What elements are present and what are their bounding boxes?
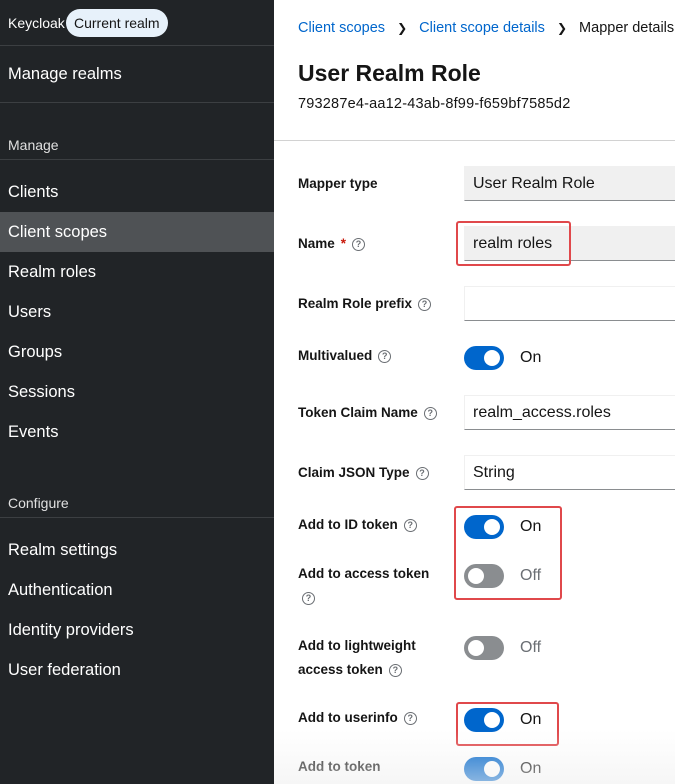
realm-role-prefix-label: Realm Role prefix?: [298, 292, 432, 316]
realm-header: Keycloak Current realm: [0, 0, 274, 46]
token-claim-name-label: Token Claim Name?: [298, 401, 437, 425]
sidebar-section-manage: Manage: [0, 130, 274, 160]
help-icon[interactable]: ?: [388, 663, 402, 677]
mapper-type-label: Mapper type: [298, 176, 378, 191]
toggle-knob: [468, 640, 484, 656]
sidebar-item-authentication[interactable]: Authentication: [0, 570, 274, 610]
claim-json-type-label: Claim JSON Type?: [298, 461, 429, 485]
sidebar: Keycloak Current realm Manage realms Man…: [0, 0, 274, 784]
add-to-id-token-label: Add to ID token?: [298, 513, 417, 537]
help-icon[interactable]: ?: [352, 237, 366, 251]
realm-name[interactable]: Keycloak: [8, 15, 65, 31]
sidebar-item-realm-roles[interactable]: Realm roles: [0, 252, 274, 292]
chevron-right-icon: ❯: [556, 21, 568, 35]
sidebar-section-configure: Configure: [0, 488, 274, 518]
add-to-token-state: On: [520, 760, 542, 777]
add-to-lightweight-toggle[interactable]: [464, 636, 504, 660]
chevron-right-icon: ❯: [397, 21, 408, 35]
name-label: Name *?: [298, 232, 366, 256]
sidebar-item-identity-providers[interactable]: Identity providers: [0, 610, 274, 650]
sidebar-item-client-scopes[interactable]: Client scopes: [0, 212, 274, 252]
required-asterisk: *: [340, 236, 347, 251]
claim-json-type-select[interactable]: String: [464, 455, 675, 490]
sidebar-item-sessions[interactable]: Sessions: [0, 372, 274, 412]
main-content: Client scopes ❯ Client scope details ❯ M…: [274, 0, 675, 784]
help-icon[interactable]: ?: [403, 711, 417, 725]
add-to-lightweight-state: Off: [520, 639, 542, 656]
toggle-knob: [484, 350, 500, 366]
page-title: User Realm Role: [298, 60, 481, 86]
help-icon[interactable]: ?: [302, 592, 315, 605]
sidebar-item-realm-settings[interactable]: Realm settings: [0, 530, 274, 570]
add-to-token-toggle[interactable]: [464, 757, 504, 781]
sidebar-item-user-federation[interactable]: User federation: [0, 650, 274, 690]
mapper-type-field: User Realm Role: [464, 166, 675, 201]
token-claim-name-input[interactable]: realm_access.roles: [464, 395, 675, 430]
highlight-userinfo-toggle: [456, 702, 559, 746]
mapper-id: 793287e4-aa12-43ab-8f99-f659bf7585d2: [298, 96, 571, 112]
multivalued-state: On: [520, 349, 542, 366]
help-icon[interactable]: ?: [415, 466, 429, 480]
help-icon[interactable]: ?: [423, 406, 437, 420]
breadcrumb-client-scopes[interactable]: Client scopes: [298, 20, 385, 36]
sidebar-item-groups[interactable]: Groups: [0, 332, 274, 372]
multivalued-label: Multivalued?: [298, 344, 392, 368]
sidebar-item-manage-realms[interactable]: Manage realms: [0, 54, 274, 94]
sidebar-item-users[interactable]: Users: [0, 292, 274, 332]
help-icon[interactable]: ?: [378, 349, 392, 363]
sidebar-divider: [0, 102, 274, 103]
help-icon[interactable]: ?: [418, 297, 432, 311]
multivalued-toggle[interactable]: [464, 346, 504, 370]
sidebar-item-clients[interactable]: Clients: [0, 172, 274, 212]
sidebar-item-events[interactable]: Events: [0, 412, 274, 452]
help-icon[interactable]: ?: [403, 518, 417, 532]
realm-role-prefix-input[interactable]: [464, 286, 675, 321]
add-to-token-label: Add to token: [298, 759, 381, 774]
breadcrumb: Client scopes ❯ Client scope details ❯ M…: [298, 20, 674, 36]
highlight-name-field: [456, 221, 571, 266]
toggle-knob: [484, 761, 500, 777]
add-to-lightweight-label: Add to lightweight access token?: [298, 638, 416, 677]
breadcrumb-mapper-details: Mapper details: [579, 20, 675, 36]
breadcrumb-client-scope-details[interactable]: Client scope details: [419, 20, 545, 36]
current-realm-badge: Current realm: [66, 9, 168, 37]
highlight-token-toggles: [454, 506, 562, 600]
add-to-userinfo-label: Add to userinfo?: [298, 706, 417, 730]
header-divider: [274, 140, 675, 141]
add-to-access-token-label: Add to access token ?: [298, 566, 430, 605]
